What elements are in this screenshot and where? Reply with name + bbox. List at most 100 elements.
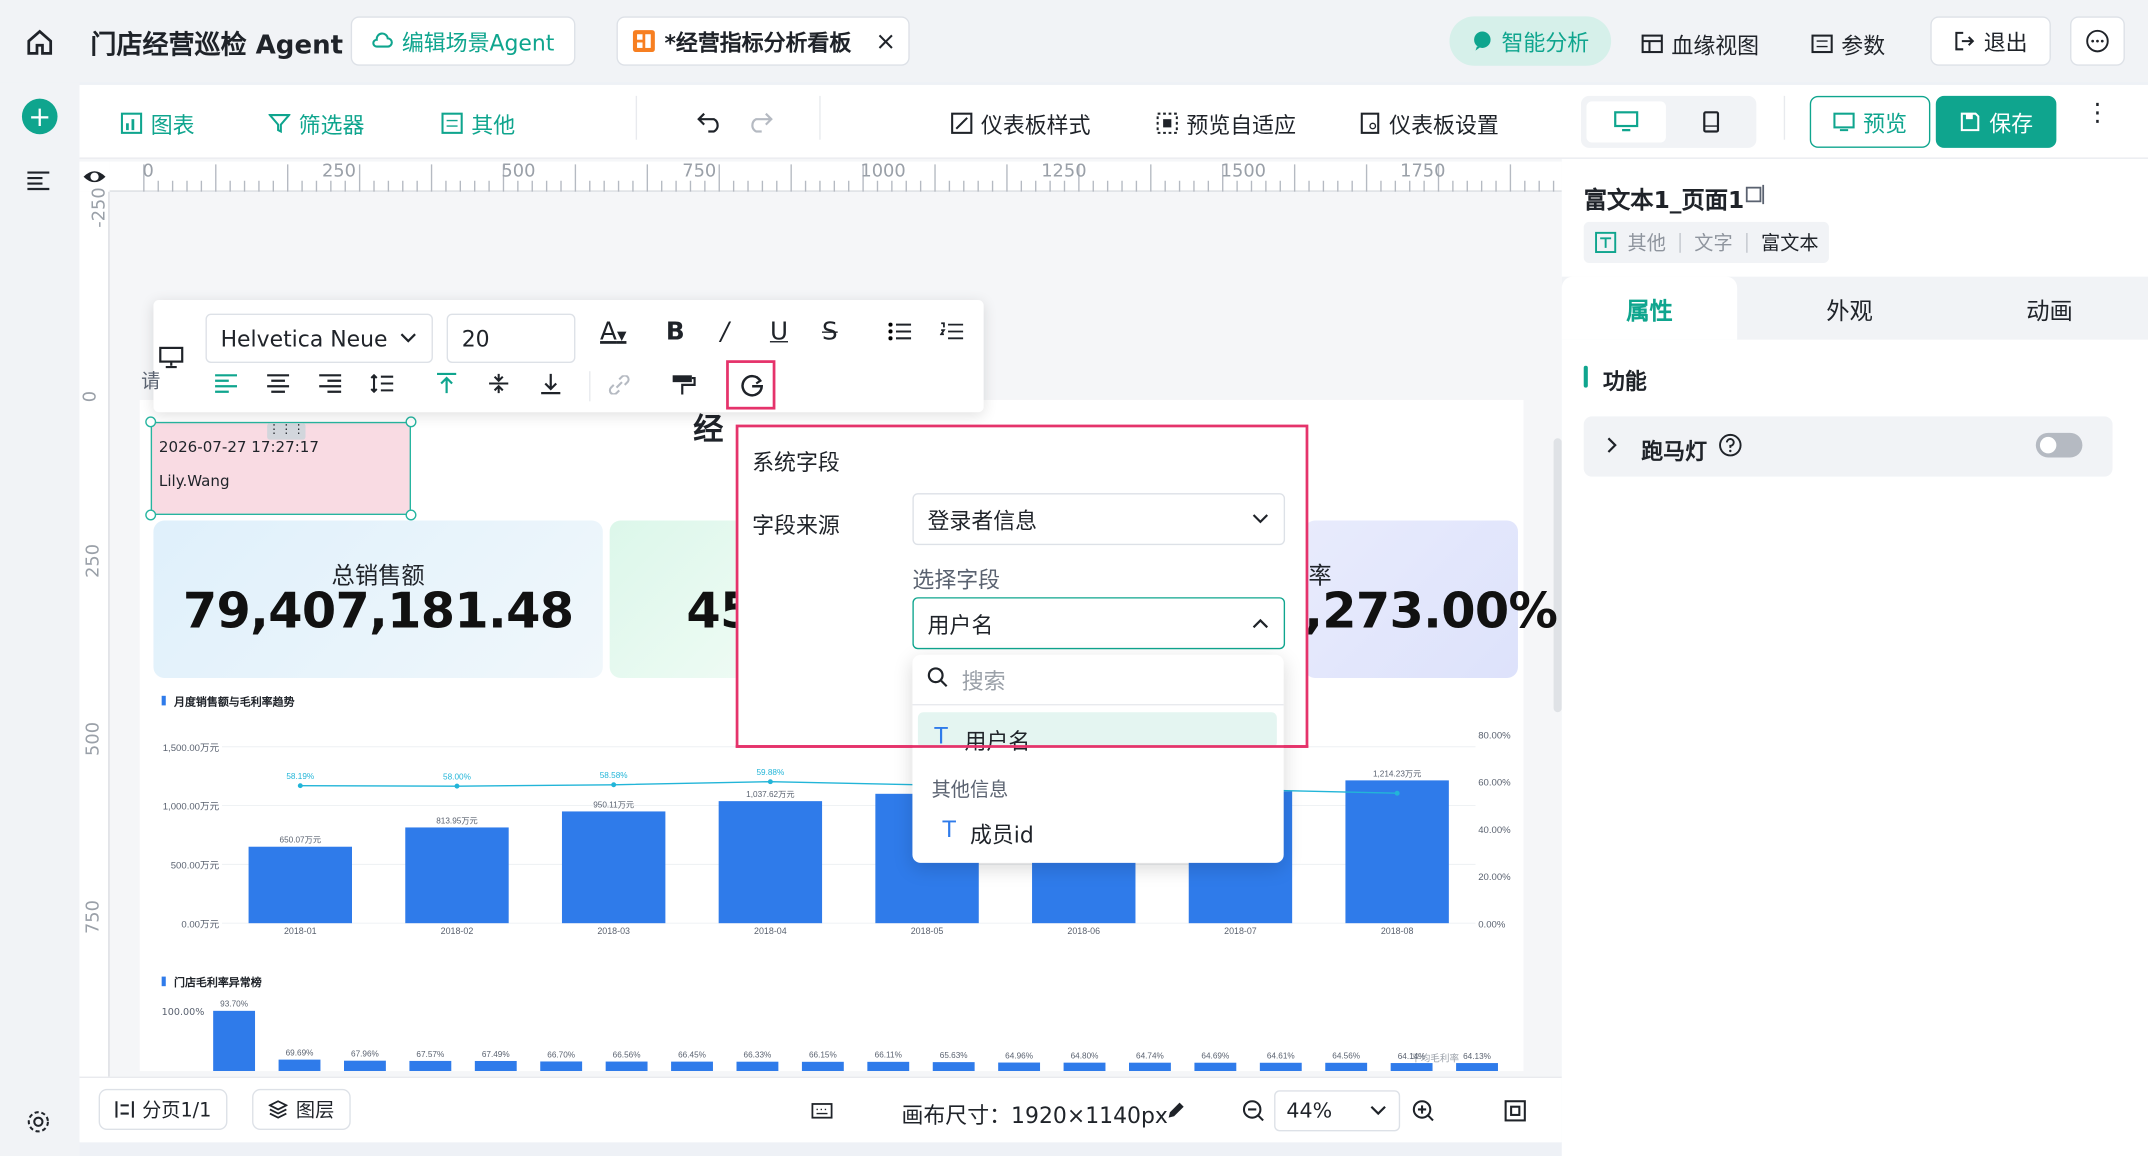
option-label: 用户名	[964, 728, 1031, 755]
tab-properties[interactable]: 属性	[1561, 276, 1738, 340]
params-label: 参数	[1841, 32, 1886, 59]
bar-value-label: 1,214.23万元	[1373, 769, 1421, 778]
more-button[interactable]	[2070, 16, 2125, 66]
font-size-input[interactable]: 20	[446, 313, 576, 363]
margin-ranking-chart[interactable]: 93.70% 69.69% 67.96% 67.57% 67.49% 66.70% 66.5…	[140, 992, 1524, 1072]
drag-handle-icon[interactable]: ⋮⋮⋮	[267, 423, 306, 440]
zoom-select[interactable]: 44%	[1274, 1090, 1401, 1132]
monitor-icon[interactable]	[159, 346, 184, 369]
dashboard-style-button[interactable]: 仪表板样式	[951, 107, 1091, 140]
resize-handle[interactable]	[405, 509, 417, 521]
chevron-right-icon	[1606, 436, 1620, 455]
monitor-icon	[1833, 111, 1855, 133]
bar-value-label: 64.80%	[1071, 1052, 1099, 1061]
help-icon[interactable]	[1718, 433, 1743, 458]
lineage-view-button[interactable]: 血缘视图	[1641, 27, 1759, 60]
kebab-menu-icon[interactable]: ⋮	[2085, 101, 2110, 126]
outline-icon[interactable]	[26, 170, 51, 192]
add-icon[interactable]: +	[21, 98, 58, 135]
field-value: 用户名	[927, 612, 994, 639]
exit-button[interactable]: 退出	[1930, 16, 2051, 66]
font-color-icon[interactable]: A▼	[600, 318, 626, 347]
dashboard-settings-button[interactable]: 仪表板设置	[1359, 107, 1499, 140]
settings-gear-icon[interactable]	[26, 1109, 51, 1134]
marquee-row[interactable]: 跑马灯	[1583, 416, 2113, 477]
search-input[interactable]: 搜索	[962, 663, 1006, 696]
edit-agent-tab[interactable]: 编辑场景Agent	[350, 16, 576, 66]
align-center-icon[interactable]	[266, 374, 291, 393]
desktop-icon[interactable]	[1586, 101, 1666, 143]
other-icon	[441, 112, 463, 134]
canvas-scrollbar[interactable]	[1553, 438, 1562, 713]
bar-value-label: 66.15%	[809, 1051, 837, 1060]
undo-icon[interactable]	[696, 108, 723, 133]
ruler-label: 250	[83, 543, 105, 578]
field-select[interactable]: 用户名	[912, 597, 1286, 650]
resize-handle[interactable]	[145, 509, 157, 521]
dashboard-tab[interactable]: *经营指标分析看板 ×	[616, 16, 910, 66]
line-height-icon[interactable]	[370, 373, 395, 395]
section-title: 功能	[1602, 368, 1647, 395]
sales-trend-chart[interactable]: 1,500.00万元 1,000.00万元 500.00万元 0.00万元 80.00%…	[140, 715, 1524, 948]
richtext-datetime: 2026-07-27 17:27:17	[158, 438, 319, 457]
zoom-in-icon[interactable]	[1411, 1098, 1436, 1123]
params-button[interactable]: 参数	[1811, 27, 1885, 60]
kpi-card-sales[interactable]: 总销售额 79,407,181.48	[153, 520, 603, 679]
pages-button[interactable]: 分页1/1	[98, 1088, 228, 1131]
mobile-icon[interactable]	[1671, 101, 1750, 142]
bar	[1325, 1062, 1368, 1072]
bottom-bar: 分页1/1 图层 画布尺寸：1920×1140px 44%	[79, 1076, 1562, 1143]
tab-animation[interactable]: 动画	[1962, 277, 2137, 340]
strikethrough-icon[interactable]: S	[822, 318, 838, 347]
close-icon[interactable]: ×	[875, 27, 896, 56]
filter-menu[interactable]: 筛选器	[268, 107, 364, 140]
other-menu[interactable]: 其他	[441, 107, 515, 140]
home-icon[interactable]	[22, 25, 58, 61]
align-right-icon[interactable]	[318, 374, 343, 393]
font-family-select[interactable]: Helvetica Neue	[205, 313, 433, 363]
system-field-button[interactable]	[726, 360, 776, 410]
chart-menu[interactable]: 图表	[120, 107, 195, 140]
align-bottom-icon[interactable]	[540, 373, 562, 395]
align-top-icon[interactable]	[436, 372, 458, 395]
rename-icon[interactable]	[1745, 184, 1767, 206]
source-select[interactable]: 登录者信息	[912, 493, 1286, 546]
save-button[interactable]: 保存	[1935, 95, 2057, 148]
chart-icon	[120, 112, 143, 134]
format-painter-icon[interactable]	[671, 374, 696, 396]
zoom-out-icon[interactable]	[1241, 1098, 1266, 1123]
bar-value-label: 64.96%	[1005, 1051, 1033, 1060]
align-left-icon[interactable]	[214, 374, 239, 393]
search-icon	[926, 666, 948, 688]
filter-icon	[268, 112, 291, 134]
resize-handle[interactable]	[405, 416, 417, 428]
layers-button[interactable]: 图层	[252, 1088, 351, 1131]
other-menu-label: 其他	[471, 112, 516, 139]
redo-icon[interactable]	[747, 108, 774, 133]
fit-icon[interactable]	[1504, 1100, 1526, 1122]
align-middle-icon[interactable]	[488, 373, 510, 395]
edit-pen-icon[interactable]	[1165, 1100, 1187, 1122]
option-member-id[interactable]: T 成员id	[918, 808, 1277, 849]
bold-icon[interactable]: B	[666, 318, 685, 347]
link-icon[interactable]	[608, 375, 630, 395]
x-tick-label: 2018-03	[597, 926, 630, 936]
smart-analysis-button[interactable]: 智能分析	[1449, 16, 1612, 66]
y2-tick-label: 40.00%	[1478, 825, 1511, 836]
option-username[interactable]: T 用户名	[917, 712, 1277, 755]
keyboard-icon[interactable]	[811, 1103, 833, 1119]
bullet-list-icon[interactable]	[888, 322, 913, 341]
kpi-card-3[interactable]: 率 ,273.00%	[1304, 520, 1558, 679]
underline-icon[interactable]: U	[770, 318, 788, 347]
numbered-list-icon[interactable]	[939, 322, 965, 341]
tab-appearance[interactable]: 外观	[1762, 277, 1937, 340]
marquee-toggle[interactable]	[2035, 432, 2083, 458]
resize-handle[interactable]	[145, 416, 157, 428]
preview-fit-button[interactable]: 预览自适应	[1156, 107, 1296, 140]
italic-icon[interactable]: /	[721, 318, 729, 347]
kpi-card-2[interactable]: 45	[609, 520, 754, 679]
richtext-element[interactable]: 2026-07-27 17:27:17 Lily.Wang ⋮⋮⋮	[150, 421, 411, 516]
preview-button[interactable]: 预览	[1809, 95, 1931, 148]
bar	[405, 827, 509, 924]
line-value-label: 58.00%	[443, 772, 471, 781]
